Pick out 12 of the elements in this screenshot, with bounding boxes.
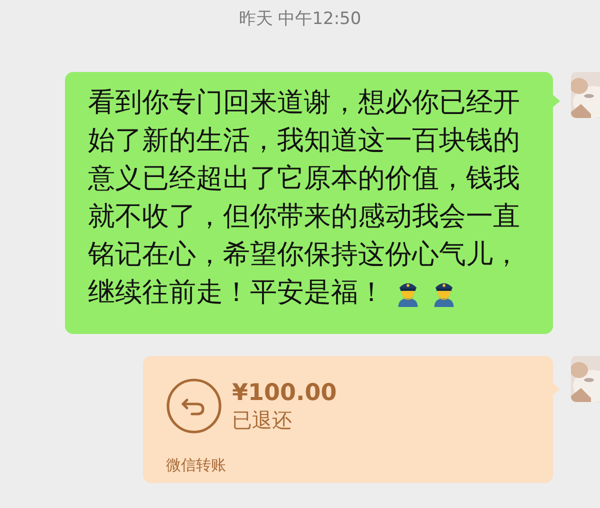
transfer-amount: ¥100.00 bbox=[232, 379, 337, 407]
message-text-line: 看到你专门回来道谢，想必你已经开 bbox=[88, 86, 520, 120]
timestamp: 昨天 中午12:50 bbox=[238, 8, 362, 31]
message-text-line: 继续往前走！平安是福！ bbox=[88, 276, 385, 310]
message-text-line: 意义已经超出了它原本的价值，钱我 bbox=[88, 162, 520, 196]
message-text-line: 始了新的生活，我知道这一百块钱的 bbox=[88, 124, 520, 158]
message-text-line: 就不收了，但你带来的感动我会一直 bbox=[88, 200, 520, 234]
message-text-line: 铭记在心，希望你保持这份心气儿， bbox=[88, 238, 520, 272]
transfer-label: 微信转账 bbox=[166, 455, 227, 475]
return-icon bbox=[166, 378, 222, 434]
transfer-card[interactable]: ¥100.00 已退还 微信转账 bbox=[143, 356, 553, 483]
transfer-status: 已退还 bbox=[232, 407, 293, 433]
